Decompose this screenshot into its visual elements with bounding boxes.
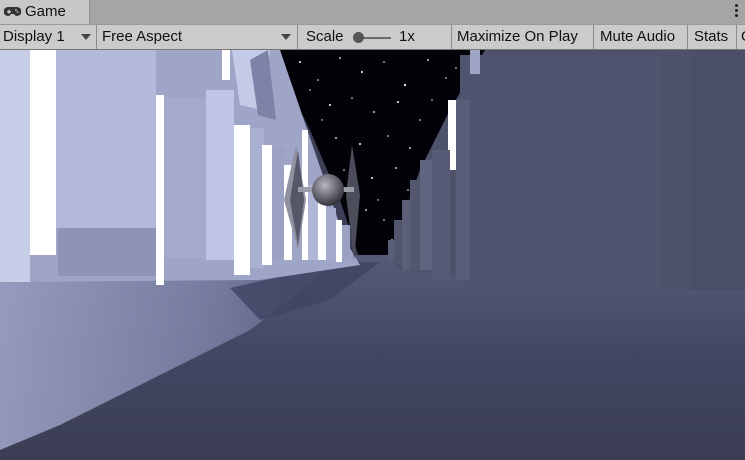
divider xyxy=(687,25,688,49)
game-toolbar: Display 1 Free Aspect Scale 1x Maximize … xyxy=(0,24,745,50)
scale-label: Scale xyxy=(306,28,344,45)
divider xyxy=(451,25,452,49)
divider xyxy=(593,25,594,49)
tab-game[interactable]: Game xyxy=(0,0,90,24)
game-view[interactable] xyxy=(0,50,745,460)
display-dropdown-chevron-down-icon[interactable] xyxy=(81,34,91,40)
more-options-icon[interactable] xyxy=(733,4,739,20)
maximize-on-play-toggle[interactable]: Maximize On Play xyxy=(457,25,578,49)
scale-value: 1x xyxy=(399,28,415,45)
divider xyxy=(96,25,97,49)
tab-bar: Game xyxy=(0,0,745,24)
stats-toggle[interactable]: Stats xyxy=(694,25,728,49)
aspect-dropdown-label[interactable]: Free Aspect xyxy=(102,25,182,49)
display-dropdown-label[interactable]: Display 1 xyxy=(3,25,65,49)
gamepad-icon xyxy=(4,7,21,16)
aspect-dropdown-chevron-down-icon[interactable] xyxy=(281,34,291,40)
mute-audio-toggle[interactable]: Mute Audio xyxy=(600,25,675,49)
scale-slider-handle[interactable] xyxy=(353,32,364,43)
tab-label: Game xyxy=(25,3,66,20)
divider xyxy=(297,25,298,49)
gizmos-toggle[interactable]: G xyxy=(741,25,745,49)
divider xyxy=(736,25,737,49)
